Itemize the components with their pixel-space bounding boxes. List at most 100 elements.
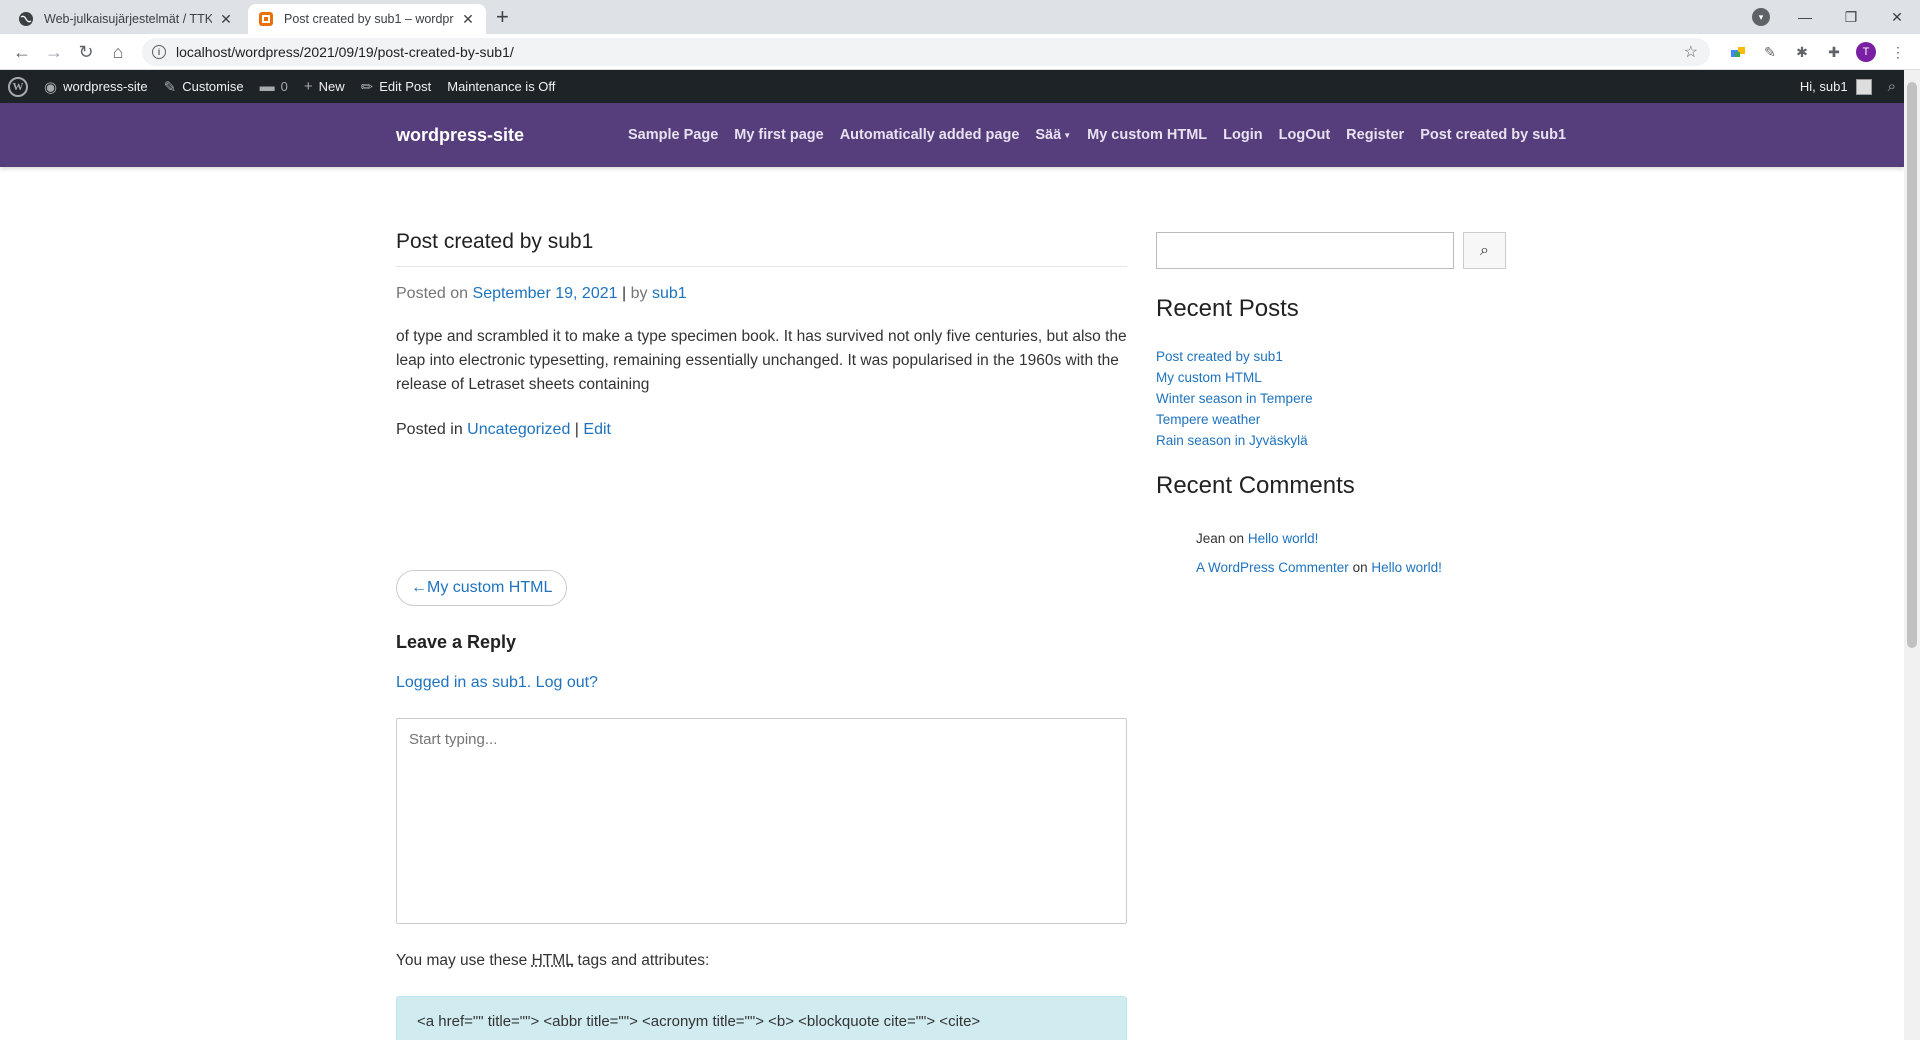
allowed-suffix: tags and attributes: <box>577 952 710 969</box>
logged-in-as: Logged in as sub1. Log out? <box>396 674 598 692</box>
caret-down-icon: ▼ <box>1063 130 1072 140</box>
adminbar-account-menu[interactable]: Hi, sub1 <box>1792 70 1880 103</box>
url-text: localhost/wordpress/2021/09/19/post-crea… <box>176 44 514 60</box>
wordpress-logo-icon: W <box>8 76 28 97</box>
nav-item-saa-dropdown[interactable]: Sää ▼ <box>1035 127 1071 143</box>
close-tab-icon[interactable]: ✕ <box>460 11 476 28</box>
info-icon[interactable]: i <box>152 45 166 59</box>
back-arrow-icon[interactable]: ← <box>10 40 34 64</box>
adminbar-greeting: Hi, sub1 <box>1799 79 1848 94</box>
list-item: Jean on Hello world! <box>1196 524 1442 553</box>
allowed-tags-code: <a href="" title=""> <abbr title=""> <ac… <box>396 996 1127 1040</box>
browser-tabstrip: Web-julkaisujärjestelmät / TTK21 ✕ Post … <box>0 0 1920 34</box>
logged-in-link[interactable]: Logged in as sub1. <box>396 674 531 691</box>
recent-comments-list: Jean on Hello world! A WordPress Comment… <box>1196 524 1442 582</box>
nav-item-my-first-page[interactable]: My first page <box>734 127 823 143</box>
browser-menu-icon[interactable]: ⋮ <box>1888 42 1908 62</box>
extensions-puzzle-icon[interactable]: ✚ <box>1824 42 1844 62</box>
tab-search-icon[interactable]: ▾ <box>1752 8 1770 26</box>
list-item: My custom HTML <box>1156 367 1313 388</box>
nav-item-automatically-added-page[interactable]: Automatically added page <box>840 127 1020 143</box>
recent-post-link[interactable]: Post created by sub1 <box>1156 349 1283 364</box>
leave-reply-title: Leave a Reply <box>396 632 517 652</box>
nav-item-logout[interactable]: LogOut <box>1279 127 1331 143</box>
recent-post-link[interactable]: Rain season in Jyväskylä <box>1156 433 1308 448</box>
list-item: A WordPress Commenter on Hello world! <box>1196 553 1442 582</box>
nav-item-register[interactable]: Register <box>1346 127 1404 143</box>
nav-item-saa-label: Sää <box>1035 127 1062 143</box>
post-date-link[interactable]: September 19, 2021 <box>473 285 618 302</box>
adminbar-maintenance-link[interactable]: Maintenance is Off <box>439 70 563 103</box>
comment-post-link[interactable]: Hello world! <box>1371 560 1442 575</box>
allowed-tags-note: You may use these HTML tags and attribut… <box>396 952 709 970</box>
recent-post-link[interactable]: My custom HTML <box>1156 370 1262 385</box>
primary-nav: Sample Page My first page Automatically … <box>620 103 1574 167</box>
adminbar-site-link[interactable]: ◉ wordpress-site <box>36 70 156 103</box>
home-icon[interactable]: ⌂ <box>106 40 130 64</box>
nav-item-login[interactable]: Login <box>1223 127 1262 143</box>
adminbar-customise-link[interactable]: ✎ Customise <box>156 70 252 103</box>
browser-tab-1[interactable]: Web-julkaisujärjestelmät / TTK21 ✕ <box>8 4 244 34</box>
recent-post-link[interactable]: Winter season in Tempere <box>1156 391 1313 406</box>
previous-post-button[interactable]: ←My custom HTML <box>396 570 568 606</box>
profile-avatar[interactable]: T <box>1856 42 1876 62</box>
posted-in-label: Posted in <box>396 421 463 438</box>
nav-item-my-custom-html[interactable]: My custom HTML <box>1087 127 1207 143</box>
recent-post-link[interactable]: Tempere weather <box>1156 412 1260 427</box>
bookmark-star-icon[interactable]: ☆ <box>1684 42 1698 62</box>
paintbrush-icon: ✎ <box>163 78 177 96</box>
address-bar[interactable]: i localhost/wordpress/2021/09/19/post-cr… <box>142 38 1710 66</box>
extension-bug-icon[interactable]: ✱ <box>1792 42 1812 62</box>
comment-author-link[interactable]: A WordPress Commenter <box>1196 560 1349 575</box>
pencil-icon: ✏ <box>360 78 374 96</box>
close-tab-icon[interactable]: ✕ <box>218 11 234 28</box>
nav-item-post-created-by-sub1[interactable]: Post created by sub1 <box>1420 127 1566 143</box>
wp-logo-menu[interactable]: W <box>0 70 36 103</box>
plus-icon: + <box>303 78 313 95</box>
adminbar-new-link[interactable]: + New <box>296 70 353 103</box>
browser-tab-2[interactable]: Post created by sub1 – wordpres ✕ <box>248 4 486 34</box>
nav-item-sample-page[interactable]: Sample Page <box>628 127 718 143</box>
edit-link[interactable]: Edit <box>583 421 611 438</box>
comment-textarea[interactable] <box>396 718 1127 924</box>
comment-on: on <box>1229 531 1245 546</box>
extension-eyedropper-icon[interactable]: ✎ <box>1760 42 1780 62</box>
tab-title: Web-julkaisujärjestelmät / TTK21 <box>44 12 212 26</box>
adminbar-new-label: New <box>318 79 345 94</box>
extension-colorful-icon[interactable] <box>1728 42 1748 62</box>
site-header: wordpress-site Sample Page My first page… <box>0 103 1904 167</box>
logout-link[interactable]: Log out? <box>536 674 598 691</box>
minimize-icon[interactable]: — <box>1782 9 1828 25</box>
comment-post-link[interactable]: Hello world! <box>1248 531 1319 546</box>
scrollbar-thumb[interactable] <box>1907 82 1917 648</box>
list-item: Rain season in Jyväskylä <box>1156 430 1313 451</box>
post-title: Post created by sub1 <box>396 230 1127 267</box>
posted-on-label: Posted on <box>396 285 469 302</box>
adminbar-comments-link[interactable]: ▬ 0 <box>252 70 296 103</box>
recent-comments-title: Recent Comments <box>1156 472 1355 499</box>
category-link[interactable]: Uncategorized <box>467 421 570 438</box>
adminbar-site-label: wordpress-site <box>63 79 148 94</box>
list-item: Winter season in Tempere <box>1156 388 1313 409</box>
browser-toolbar: ← → ↻ ⌂ i localhost/wordpress/2021/09/19… <box>0 34 1920 70</box>
author-link[interactable]: sub1 <box>652 285 687 302</box>
search-input[interactable] <box>1156 232 1454 269</box>
adminbar-customise-label: Customise <box>182 79 244 94</box>
forward-arrow-icon[interactable]: → <box>42 40 66 64</box>
html-abbr: HTML <box>531 952 574 969</box>
new-tab-button[interactable]: + <box>496 5 509 29</box>
restore-icon[interactable]: ❐ <box>1828 9 1874 26</box>
site-brand[interactable]: wordpress-site <box>396 125 524 146</box>
adminbar-search[interactable]: ⌕ <box>1880 70 1904 103</box>
tab-title: Post created by sub1 – wordpres <box>284 12 454 26</box>
footer-separator: | <box>574 421 579 438</box>
close-window-icon[interactable]: ✕ <box>1874 9 1920 26</box>
adminbar-edit-post-label: Edit Post <box>379 79 432 94</box>
search-icon: ⌕ <box>1887 78 1896 95</box>
list-item: Tempere weather <box>1156 409 1313 430</box>
post-footer: Posted in Uncategorized | Edit <box>396 421 1127 439</box>
reload-icon[interactable]: ↻ <box>74 40 98 64</box>
search-button[interactable]: ⌕ <box>1463 232 1506 269</box>
page-scrollbar[interactable] <box>1904 70 1920 1040</box>
adminbar-edit-post-link[interactable]: ✏ Edit Post <box>353 70 440 103</box>
